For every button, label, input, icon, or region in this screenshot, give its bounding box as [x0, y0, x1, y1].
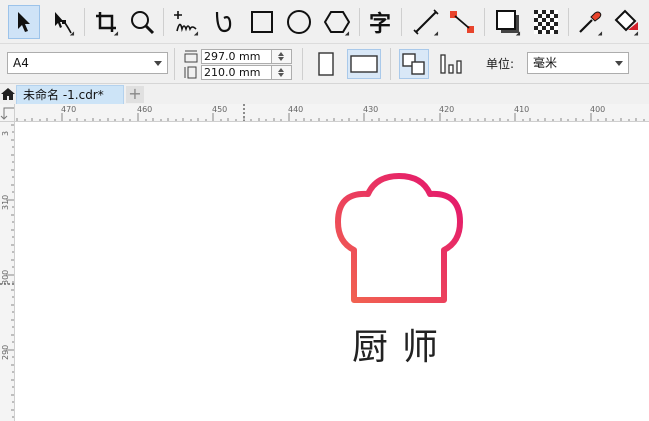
page-size-value: A4: [13, 56, 29, 70]
ruler-label: 440: [288, 105, 304, 114]
crop-tool-icon: [96, 12, 116, 32]
text-tool-button[interactable]: 字: [364, 5, 396, 39]
chevron-down-icon: [615, 61, 623, 66]
ruler-label: 460: [137, 105, 153, 114]
home-icon[interactable]: [0, 86, 16, 102]
pick-tool-icon: [18, 12, 30, 32]
page-height-spinner[interactable]: [272, 64, 292, 80]
artistic-media-tool-icon: [215, 11, 232, 33]
parallel-dimension-tool-icon: [413, 9, 439, 35]
tab-document[interactable]: 未命名 -1.cdr*: [16, 85, 124, 104]
artistic-media-tool-button[interactable]: [208, 5, 240, 39]
freehand-tool-button[interactable]: [170, 5, 202, 39]
zoom-tool-button[interactable]: [126, 5, 158, 39]
page-width-input[interactable]: 297.0 mm: [201, 48, 272, 64]
ruler-label: 450: [212, 105, 228, 114]
page-height-input[interactable]: 210.0 mm: [201, 64, 272, 80]
portrait-icon: [318, 52, 334, 76]
shape-tool-icon: [55, 12, 72, 34]
all-pages-button[interactable]: [399, 49, 429, 79]
toolbar-separator: [568, 8, 569, 36]
toolbar-separator: [84, 8, 85, 36]
current-page-icon: [440, 54, 462, 74]
logo-text[interactable]: 厨师: [352, 318, 472, 370]
ellipse-tool-button[interactable]: [283, 5, 315, 39]
page-height-icon: [184, 66, 197, 78]
text-tool-icon: 字: [368, 12, 391, 37]
shape-tool-button[interactable]: [46, 5, 78, 39]
eyedropper-tool-icon: [579, 11, 602, 33]
page-width-icon: [184, 50, 198, 62]
document-tab-bar: 未命名 -1.cdr* +: [0, 84, 649, 104]
horizontal-ruler[interactable]: 470 460 450 440 430 420 410 400: [15, 104, 649, 122]
toolbar-separator: [302, 48, 303, 80]
ruler-label: 470: [61, 105, 77, 114]
connector-tool-icon: [450, 11, 474, 33]
toolbar-separator: [484, 8, 485, 36]
main-toolbox: 字: [0, 0, 649, 44]
rectangle-tool-icon: [251, 11, 273, 33]
connector-tool-button[interactable]: [446, 5, 478, 39]
ellipse-tool-icon: [287, 10, 311, 34]
transparency-tool-button[interactable]: [530, 5, 562, 39]
freehand-tool-icon: [174, 11, 197, 33]
ruler-origin[interactable]: [0, 104, 15, 122]
units-value: 毫米: [533, 56, 558, 70]
landscape-button[interactable]: [347, 49, 381, 79]
ruler-label: 430: [363, 105, 379, 114]
ruler-label: 400: [590, 105, 606, 114]
page-size-select[interactable]: A4: [7, 52, 168, 74]
page-width-spinner[interactable]: [272, 48, 292, 64]
all-pages-icon: [402, 53, 425, 75]
ruler-origin-icon: [0, 107, 14, 120]
rectangle-tool-button[interactable]: [246, 5, 278, 39]
ruler-label: 300: [1, 269, 10, 285]
ruler-label: 3: [1, 130, 10, 136]
zoom-tool-icon: [131, 11, 155, 35]
current-page-button[interactable]: [436, 49, 466, 79]
toolbar-separator: [174, 48, 175, 80]
toolbar-separator: [163, 8, 164, 36]
add-tab-button[interactable]: +: [126, 86, 144, 103]
portrait-button[interactable]: [311, 49, 341, 79]
toolbar-separator: [390, 48, 391, 80]
polygon-tool-button[interactable]: [321, 5, 353, 39]
interactive-fill-tool-button[interactable]: [610, 5, 642, 39]
vertical-ruler[interactable]: 3 310 300 290: [0, 122, 15, 421]
page-width-row: 297.0 mm: [184, 48, 292, 64]
chevron-down-icon: [154, 61, 162, 66]
polygon-tool-icon: [324, 11, 350, 33]
ruler-label: 310: [1, 194, 10, 210]
horizontal-ruler-ticks: [16, 104, 645, 121]
drop-shadow-tool-icon: [496, 10, 519, 33]
ruler-label: 290: [1, 344, 10, 360]
chef-hat-logo[interactable]: [332, 170, 468, 306]
units-select[interactable]: 毫米: [527, 52, 629, 74]
ruler-label: 410: [514, 105, 530, 114]
transparency-tool-icon: [534, 10, 558, 34]
eyedropper-tool-button[interactable]: [574, 5, 606, 39]
landscape-icon: [350, 55, 378, 73]
ruler-label: 420: [439, 105, 455, 114]
toolbar-separator: [401, 8, 402, 36]
pick-tool-button[interactable]: [8, 5, 40, 39]
page-height-row: 210.0 mm: [184, 64, 292, 80]
units-label: 单位:: [486, 57, 515, 71]
drawing-canvas[interactable]: 厨师: [16, 123, 649, 421]
toolbar-separator: [359, 8, 360, 36]
parallel-dimension-tool-button[interactable]: [410, 5, 442, 39]
drop-shadow-tool-button[interactable]: [492, 5, 524, 39]
property-bar: A4 297.0 mm 210.0 mm 单位: 毫米: [0, 44, 649, 84]
crop-tool-button[interactable]: [90, 5, 122, 39]
